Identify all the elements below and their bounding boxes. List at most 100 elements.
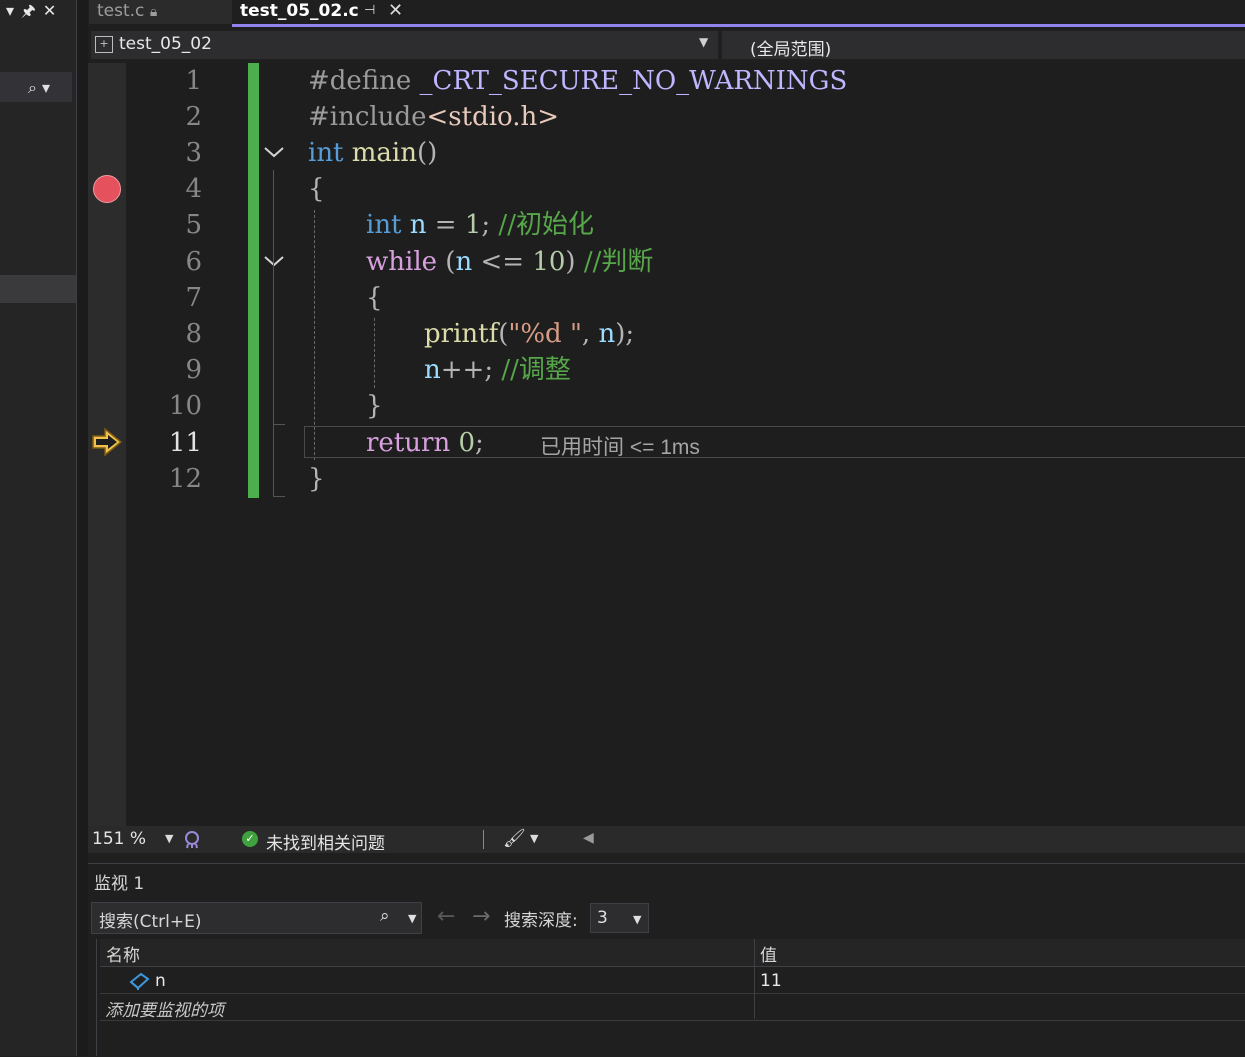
chevron-down-icon[interactable]: ▼ xyxy=(530,832,538,845)
variable-icon xyxy=(129,972,150,990)
chevron-down-icon[interactable]: ▼ xyxy=(408,912,416,925)
close-icon[interactable]: ✕ xyxy=(43,1,56,20)
splitter[interactable] xyxy=(76,0,88,1056)
operator: ++; xyxy=(440,355,494,385)
grid-border xyxy=(96,939,97,1056)
chevron-down-icon[interactable]: ▼ xyxy=(699,35,708,49)
indent-guide xyxy=(374,318,375,388)
line-number: 3 xyxy=(185,138,202,168)
watch-variable-value[interactable]: 11 xyxy=(760,971,782,991)
perf-tip[interactable]: 已用时间 <= 1ms xyxy=(540,431,700,461)
change-tracking-bar xyxy=(248,63,259,498)
line-number: 9 xyxy=(185,355,202,385)
scope-dropdown[interactable]: (全局范围) xyxy=(722,31,1245,60)
back-arrow-icon[interactable]: ← xyxy=(437,904,455,929)
line-number: 4 xyxy=(185,174,202,204)
scroll-left-icon[interactable]: ◀ xyxy=(583,830,594,846)
tab-test-c[interactable]: test.c 🔒︎ xyxy=(89,0,232,24)
function-name: main xyxy=(343,138,417,168)
code-cleanup-icon[interactable]: 🖌︎ xyxy=(503,828,526,849)
code-line-10: } xyxy=(366,391,383,421)
variable: n xyxy=(455,247,473,277)
code-line-6: while (n <= 10) //判断 xyxy=(366,247,653,277)
execution-pointer-icon xyxy=(92,427,123,457)
tab-label: test_05_02.c xyxy=(240,1,359,21)
line-number-current: 11 xyxy=(168,428,202,458)
preprocessor-directive: #include xyxy=(308,102,427,132)
search-depth-select[interactable]: 3 ▼ xyxy=(590,903,649,933)
watch-title: 监视 1 xyxy=(94,874,145,894)
search-depth-label: 搜索深度: xyxy=(504,911,578,931)
tab-test-05-02-c[interactable]: test_05_02.c ⊣ ✕ xyxy=(232,0,414,24)
search-icon[interactable]: ⌕ xyxy=(380,906,390,926)
code-line-1: #define _CRT_SECURE_NO_WARNINGS xyxy=(308,66,847,96)
chevron-down-icon[interactable]: ▾ xyxy=(6,1,14,20)
string-literal: "%d " xyxy=(508,319,582,349)
line-number: 1 xyxy=(185,66,202,96)
code-line-8: printf("%d ", n); xyxy=(424,319,634,349)
comment: //调整 xyxy=(493,355,571,385)
issues-status[interactable]: 未找到相关问题 xyxy=(266,829,385,854)
divider xyxy=(483,830,484,849)
chevron-down-icon[interactable]: ▼ xyxy=(633,913,641,926)
punctuation: { xyxy=(308,174,325,204)
breakpoint-icon[interactable] xyxy=(93,175,121,203)
check-icon: ✓ xyxy=(242,831,258,847)
line-number: 12 xyxy=(168,464,202,494)
variable: n xyxy=(598,319,616,349)
watch-search-input[interactable]: 搜索(Ctrl+E) ⌕ ▼ xyxy=(91,902,422,934)
left-dock-panel: ▾ 🖈 ✕ xyxy=(0,0,76,1056)
outline-line xyxy=(273,280,274,425)
line-number: 8 xyxy=(185,319,202,349)
line-number: 6 xyxy=(185,247,202,277)
column-header-name[interactable]: 名称 xyxy=(106,941,140,966)
collapse-while-icon[interactable] xyxy=(262,252,286,270)
watch-row[interactable] xyxy=(100,967,1245,994)
variable: n xyxy=(424,355,441,385)
code-line-9: n++; //调整 xyxy=(424,355,571,385)
left-panel-selected-row[interactable] xyxy=(0,275,76,303)
add-watch-item[interactable]: 添加要监视的项 xyxy=(105,996,224,1021)
lock-icon: 🔒︎ xyxy=(149,4,158,20)
punctuation: ; xyxy=(481,210,491,240)
pin-icon[interactable]: 🖈 xyxy=(21,0,36,27)
close-icon[interactable]: ✕ xyxy=(388,0,403,22)
punctuation: () xyxy=(417,138,438,168)
punctuation: } xyxy=(366,391,383,421)
intellicode-icon[interactable] xyxy=(182,829,202,849)
forward-arrow-icon[interactable]: → xyxy=(472,904,490,929)
project-icon: + xyxy=(95,36,113,53)
variable: n xyxy=(401,210,427,240)
punctuation: { xyxy=(366,283,383,313)
column-header-value[interactable]: 值 xyxy=(760,941,777,966)
zoom-level[interactable]: 151 % xyxy=(92,829,146,849)
code-line-12: } xyxy=(308,464,325,494)
collapse-main-icon[interactable] xyxy=(262,143,286,161)
code-line-7: { xyxy=(366,283,383,313)
chevron-down-icon[interactable]: ▼ xyxy=(165,832,173,845)
watch-variable-name[interactable]: n xyxy=(155,971,166,991)
code-line-4: { xyxy=(308,174,325,204)
macro-name: _CRT_SECURE_NO_WARNINGS xyxy=(411,66,848,96)
watch-add-row[interactable] xyxy=(100,994,1245,1021)
code-line-3: int main() xyxy=(308,138,437,168)
scope-label: (全局范围) xyxy=(750,40,832,60)
line-number: 5 xyxy=(185,210,202,240)
indent-guide xyxy=(314,210,315,460)
search-placeholder: 搜索(Ctrl+E) xyxy=(99,912,202,932)
punctuation: , xyxy=(581,319,599,349)
punctuation: ) xyxy=(565,247,576,277)
line-number: 2 xyxy=(185,102,202,132)
search-icon[interactable]: ⌕ ▾ xyxy=(28,78,50,98)
function-name: printf xyxy=(424,319,499,349)
keyword: int xyxy=(308,138,344,168)
project-dropdown[interactable]: + test_05_02 ▼ xyxy=(91,31,718,59)
punctuation: ( xyxy=(437,247,456,277)
project-label: test_05_02 xyxy=(119,34,212,54)
panel-header-buttons: ▾ 🖈 ✕ xyxy=(6,0,70,22)
left-panel-search[interactable]: ⌕ ▾ xyxy=(0,72,72,102)
punctuation: ; xyxy=(475,428,484,458)
editor-status-bar xyxy=(88,826,1245,853)
operator: <= xyxy=(472,247,533,277)
pin-icon[interactable]: ⊣ xyxy=(364,0,375,22)
